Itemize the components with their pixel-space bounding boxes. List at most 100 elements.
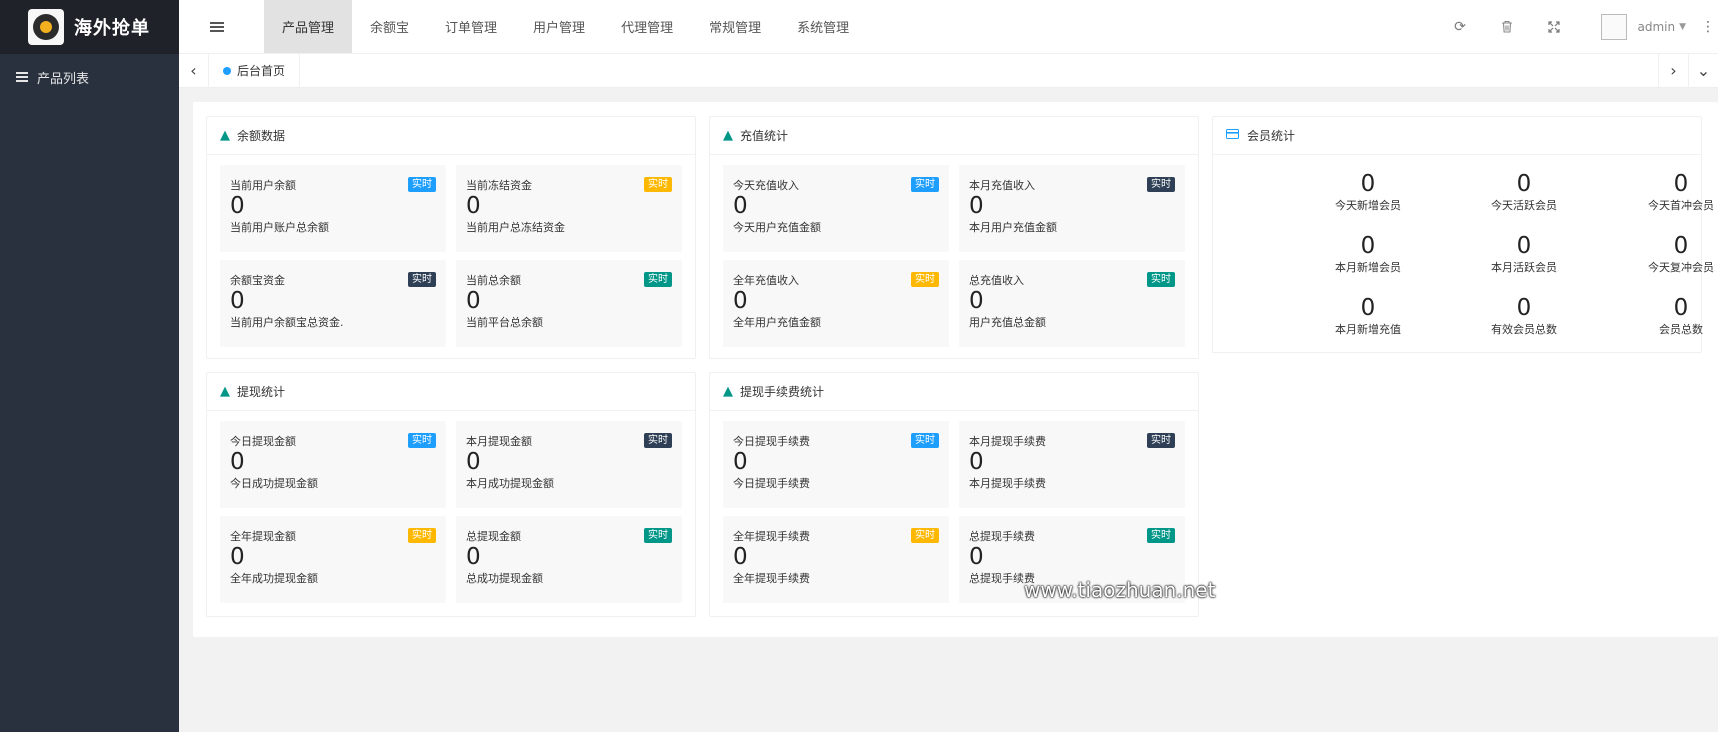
stat-desc: 今日提现手续费 [733,477,810,490]
realtime-badge: 实时 [1147,272,1175,287]
stat-box: 今天充值收入 实时 0 今天用户充值金额 [723,165,949,252]
fullscreen-icon[interactable] [1530,0,1577,54]
member-stat-value: 0 [1516,295,1532,321]
stat-desc: 当前用户总冻结资金 [466,221,565,234]
realtime-badge: 实时 [408,177,436,192]
member-stat-value: 0 [1673,171,1689,197]
stat-box: 当前总余额 实时 0 当前平台总余额 [456,260,682,347]
member-stat: 0 今天复冲会员 [1606,233,1718,275]
member-stat-label: 本月活跃会员 [1491,261,1557,274]
card-title: 会员统计 [1247,129,1296,143]
stat-desc: 本月成功提现金额 [466,477,554,490]
member-stat-label: 本月新增会员 [1335,261,1401,274]
realtime-badge: 实时 [1147,433,1175,448]
stat-title: 今日提现金额 [230,435,296,448]
realtime-badge: 实时 [911,433,939,448]
stat-value: 0 [466,288,481,314]
trash-icon[interactable] [1483,0,1530,54]
stat-value: 0 [230,449,245,475]
list-icon [16,72,28,82]
card-header: ▲ 提现统计 [207,373,695,411]
tab-bar: ‹ 后台首页 › ⌄ [179,53,1718,88]
nav-item-product[interactable]: 产品管理 [264,0,353,53]
username[interactable]: admin [1637,20,1675,34]
stat-desc: 全年提现手续费 [733,572,810,585]
realtime-badge: 实时 [408,433,436,448]
member-stat: 0 本月新增会员 [1293,233,1443,275]
card-title: 提现手续费统计 [740,385,825,399]
warning-icon: ▲ [220,128,230,143]
sidebar-item-label: 产品列表 [37,71,90,87]
member-stat-label: 有效会员总数 [1491,323,1557,336]
card-recharge: ▲ 充值统计 今天充值收入 实时 0 今天用户充值金额 本月充值收入 实时 0 … [709,116,1199,359]
nav-item-users[interactable]: 用户管理 [515,0,603,53]
stat-box: 全年提现金额 实时 0 全年成功提现金额 [220,516,446,603]
stat-desc: 当前用户账户总余额 [230,221,329,234]
stat-box: 本月充值收入 实时 0 本月用户充值金额 [959,165,1185,252]
member-stat-label: 今天复冲会员 [1648,261,1714,274]
realtime-badge: 实时 [644,433,672,448]
header: 产品管理 余额宝 订单管理 用户管理 代理管理 常规管理 系统管理 ⟳ admi… [179,0,1718,54]
chevron-right-icon[interactable]: › [1658,53,1688,88]
nav-item-yuebao[interactable]: 余额宝 [352,0,427,53]
stat-title: 总提现金额 [466,530,521,543]
member-stat: 0 今天首冲会员 [1606,171,1718,213]
avatar[interactable] [1601,13,1628,40]
stat-value: 0 [230,544,245,570]
member-stat-label: 今天活跃会员 [1491,199,1557,212]
realtime-badge: 实时 [644,177,672,192]
refresh-icon[interactable]: ⟳ [1436,0,1483,54]
nav-item-orders[interactable]: 订单管理 [427,0,515,53]
stat-value: 0 [230,288,245,314]
chevron-left-icon[interactable]: ‹ [179,53,209,88]
nav-item-general[interactable]: 常规管理 [691,0,779,53]
realtime-badge: 实时 [1147,177,1175,192]
realtime-badge: 实时 [644,272,672,287]
member-stat: 0 今天活跃会员 [1449,171,1599,213]
realtime-badge: 实时 [408,272,436,287]
realtime-badge: 实时 [644,528,672,543]
menu-toggle-button[interactable] [194,0,240,53]
stat-box: 全年提现手续费 实时 0 全年提现手续费 [723,516,949,603]
member-stat-value: 0 [1516,233,1532,259]
hamburger-icon [210,21,224,32]
stat-desc: 当前平台总余额 [466,316,543,329]
warning-icon: ▲ [723,384,733,399]
tab-home[interactable]: 后台首页 [209,53,301,88]
stat-title: 今日提现手续费 [733,435,810,448]
stat-value: 0 [969,288,984,314]
sidebar-item-product-list[interactable]: 产品列表 [0,54,179,100]
member-stat-value: 0 [1516,171,1532,197]
stat-desc: 当前用户余额宝总资金. [230,316,344,329]
nav-item-agents[interactable]: 代理管理 [603,0,691,53]
stat-box: 总提现金额 实时 0 总成功提现金额 [456,516,682,603]
card-title: 充值统计 [740,129,789,143]
chevron-down-icon[interactable]: ▼ [1679,22,1686,32]
warning-icon: ▲ [723,128,733,143]
stat-value: 0 [969,193,984,219]
app-title: 海外抢单 [74,18,150,39]
stat-value: 0 [466,449,481,475]
header-tools: ⟳ admin ▼ ⋮ [1436,0,1718,53]
stat-title: 全年充值收入 [733,274,799,287]
nav-item-system[interactable]: 系统管理 [779,0,867,53]
member-stat: 0 本月活跃会员 [1449,233,1599,275]
card-balance: ▲ 余额数据 当前用户余额 实时 0 当前用户账户总余额 当前冻结资金 实时 0… [206,116,696,359]
stat-title: 总提现手续费 [969,530,1035,543]
chevron-down-icon[interactable]: ⌄ [1688,53,1718,88]
stat-box: 全年充值收入 实时 0 全年用户充值金额 [723,260,949,347]
more-icon[interactable]: ⋮ [1698,19,1718,35]
stat-desc: 全年用户充值金额 [733,316,821,329]
stat-title: 当前冻结资金 [466,179,532,192]
stat-title: 总充值收入 [969,274,1024,287]
stat-box: 当前冻结资金 实时 0 当前用户总冻结资金 [456,165,682,252]
logo[interactable]: 海外抢单 [0,0,179,54]
stat-desc: 本月用户充值金额 [969,221,1057,234]
card-header: 会员统计 [1213,117,1701,155]
card-header: ▲ 提现手续费统计 [710,373,1198,411]
member-stat-value: 0 [1673,295,1689,321]
stat-value: 0 [466,544,481,570]
stat-value: 0 [733,193,748,219]
card-header: ▲ 充值统计 [710,117,1198,155]
stat-title: 今天充值收入 [733,179,799,192]
